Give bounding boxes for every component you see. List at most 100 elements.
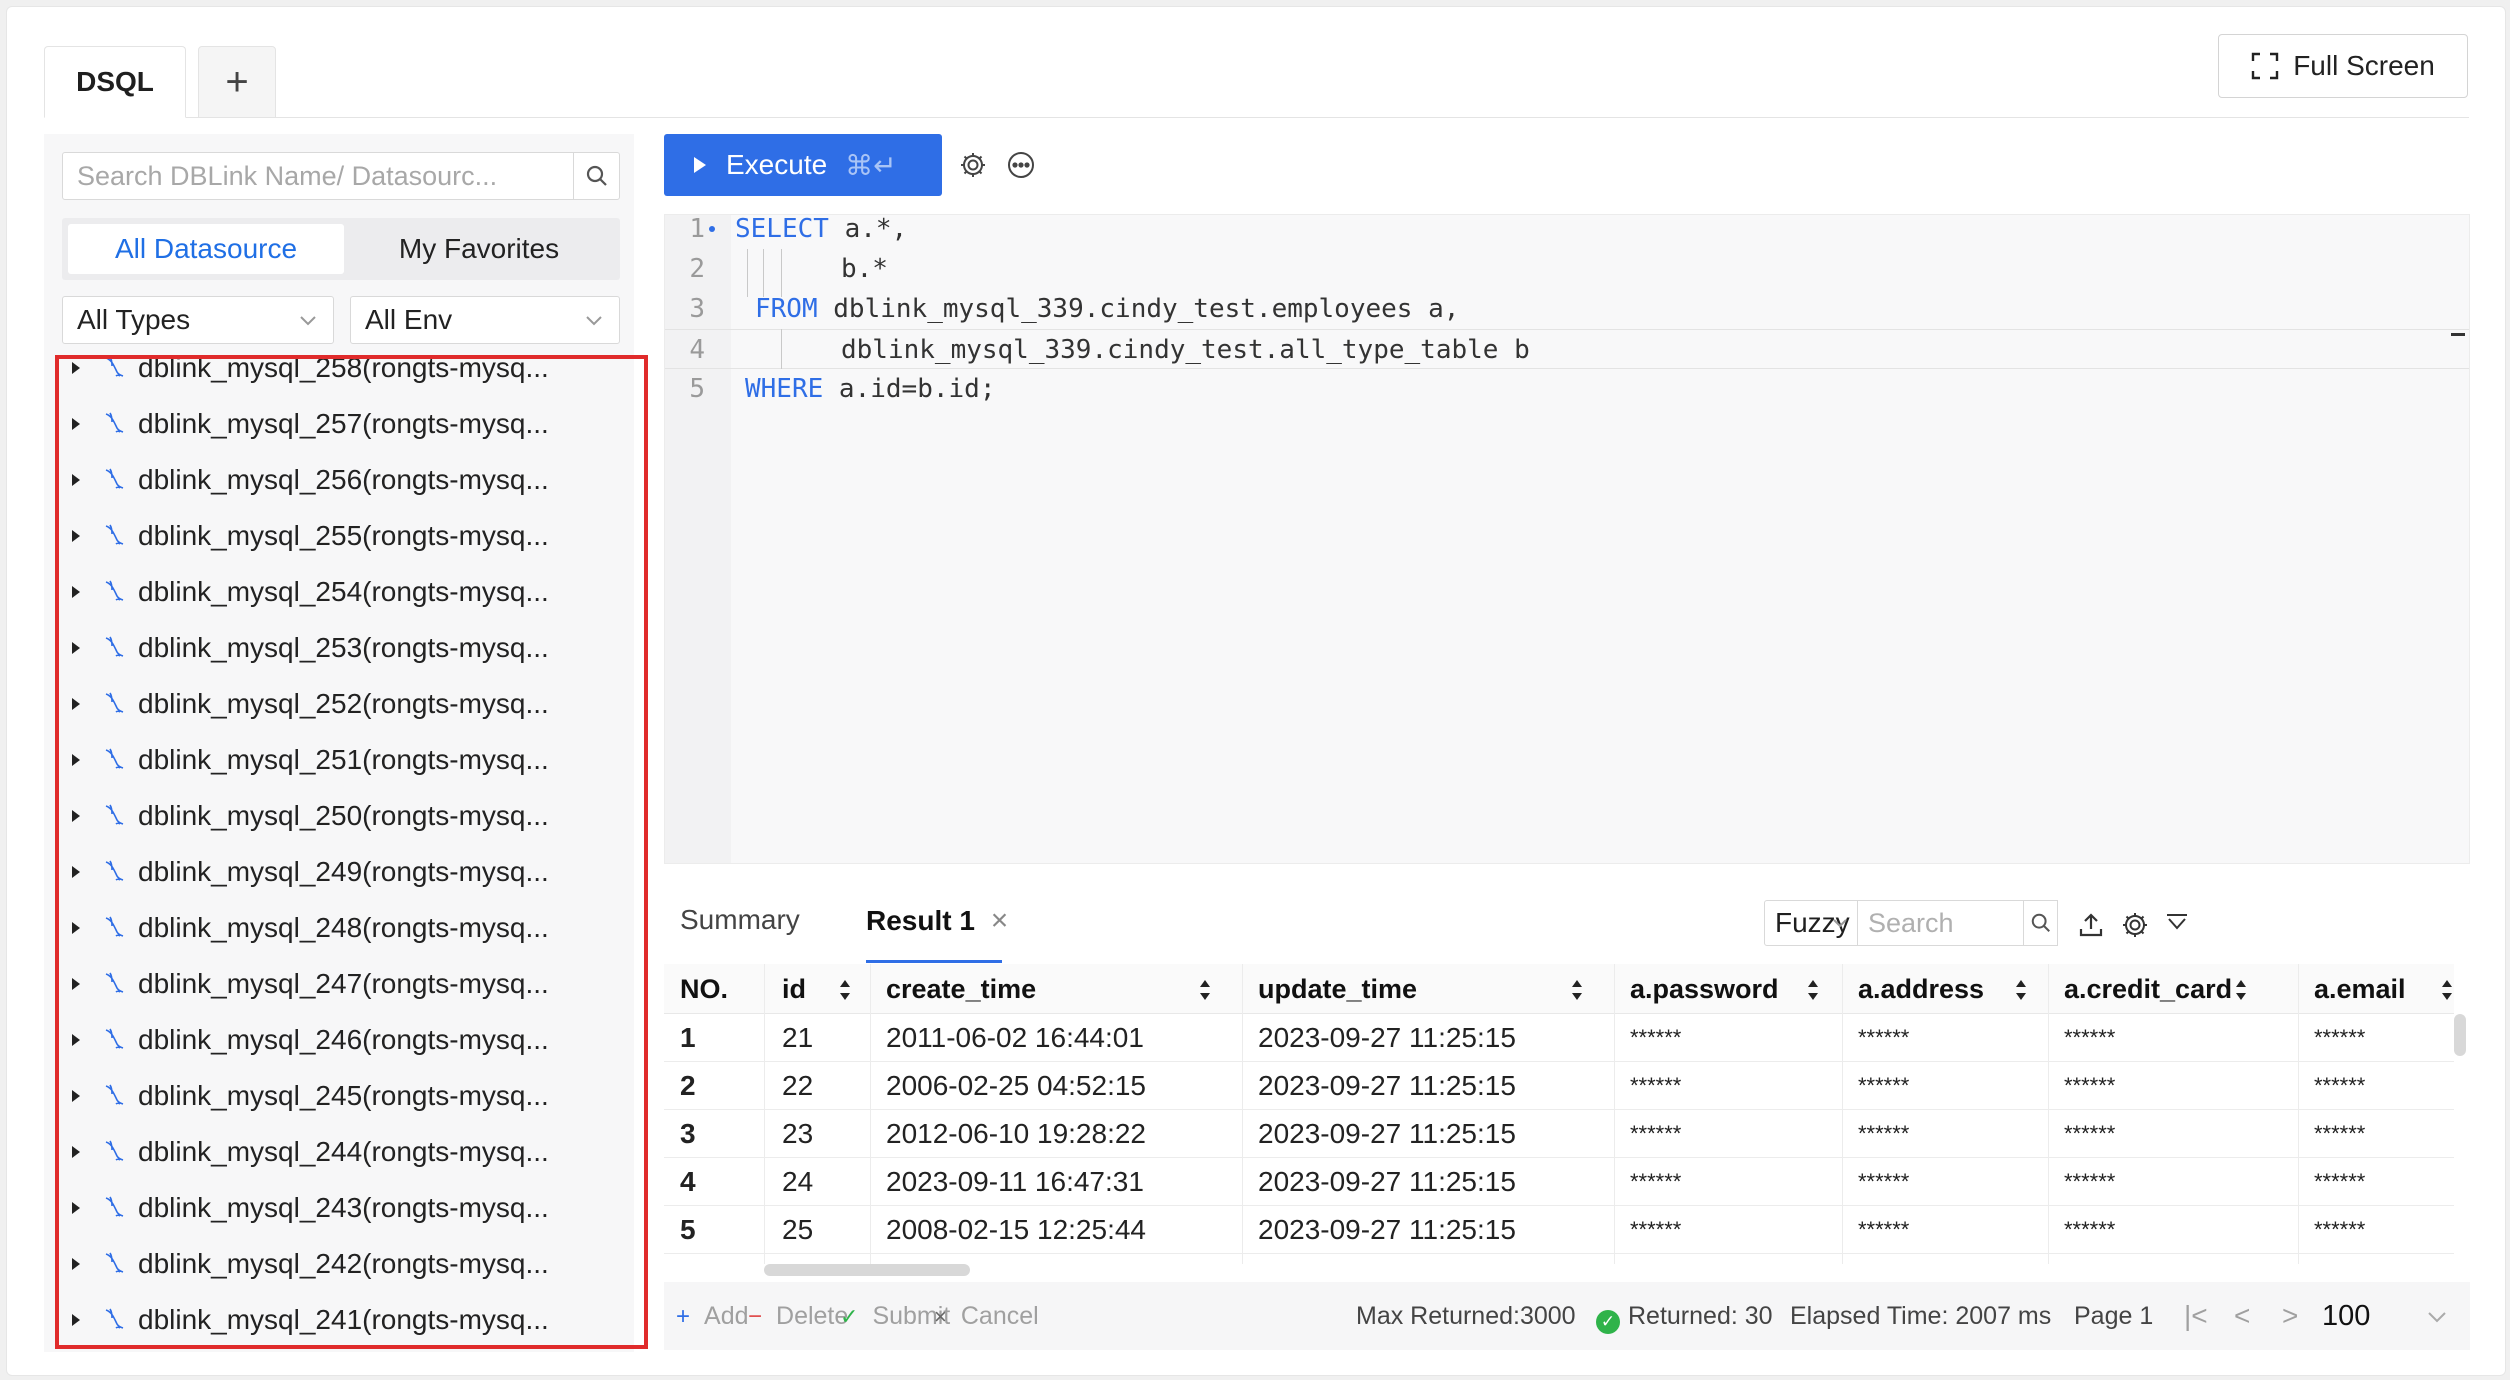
table-row[interactable]: 1 21 2011-06-02 16:44:01 2023-09-27 11:25:1… (664, 1014, 2454, 1062)
table-cell[interactable]: ****** (2314, 1062, 2365, 1110)
add-row-button[interactable]: + Add (676, 1302, 749, 1331)
sort-icon[interactable] (2440, 978, 2454, 1002)
result-search-button[interactable] (2023, 901, 2057, 945)
prev-page-icon[interactable]: < (2234, 1300, 2250, 1332)
table-row[interactable]: 2 22 2006-02-25 04:52:15 2023-09-27 11:25:1… (664, 1062, 2454, 1110)
table-cell[interactable]: 2023-09-27 11:25:15 (1258, 1062, 1516, 1110)
expand-caret-icon[interactable] (72, 1090, 80, 1102)
tree-item[interactable]: dblink_mysql_254(rongts-mysq... (44, 564, 634, 620)
segment-all-datasource[interactable]: All Datasource (68, 224, 344, 274)
table-row[interactable]: 4 24 2023-09-11 16:47:31 2023-09-27 11:25:1… (664, 1158, 2454, 1206)
code-line[interactable]: 3 FROM dblink_mysql_339.cindy_test.employ… (665, 289, 2469, 329)
segment-my-favorites[interactable]: My Favorites (344, 224, 614, 274)
table-cell[interactable]: 2023-09-27 11:25:15 (1258, 1206, 1516, 1254)
tree-item[interactable]: dblink_mysql_252(rongts-mysq... (44, 676, 634, 732)
table-cell[interactable]: ****** (1630, 1062, 1681, 1110)
column-header[interactable]: NO. (680, 964, 728, 1014)
table-cell[interactable]: ****** (2314, 1158, 2365, 1206)
table-row[interactable]: 5 25 2008-02-15 12:25:44 2023-09-27 11:25:1… (664, 1206, 2454, 1254)
table-row[interactable]: 3 23 2012-06-10 19:28:22 2023-09-27 11:25:1… (664, 1110, 2454, 1158)
expand-caret-icon[interactable] (72, 978, 80, 990)
expand-caret-icon[interactable] (72, 1258, 80, 1270)
sort-icon[interactable] (1570, 978, 1584, 1002)
cancel-button[interactable]: × Cancel (934, 1302, 1039, 1331)
settings-icon[interactable] (958, 150, 988, 180)
table-cell[interactable]: 2023-09-27 11:25:15 (1258, 1158, 1516, 1206)
column-header[interactable]: id (782, 964, 806, 1014)
table-cell[interactable]: 2011-06-02 16:44:01 (886, 1014, 1144, 1062)
table-cell[interactable]: ****** (1630, 1110, 1681, 1158)
table-cell[interactable]: 22 (782, 1062, 813, 1110)
code-line[interactable]: 2 b.* (665, 249, 2469, 289)
expand-caret-icon[interactable] (72, 1034, 80, 1046)
table-cell[interactable]: ****** (2064, 1158, 2115, 1206)
expand-caret-icon[interactable] (72, 642, 80, 654)
column-header[interactable]: update_time (1258, 964, 1417, 1014)
table-cell[interactable]: ****** (1858, 1110, 1909, 1158)
next-page-icon[interactable]: > (2282, 1300, 2298, 1332)
code-line[interactable]: 1 SELECT a.*, (665, 209, 2469, 249)
expand-caret-icon[interactable] (72, 530, 80, 542)
sql-editor[interactable]: 1 SELECT a.*, 2 b.* 3 FROM dblink_mysql_339.c… (664, 214, 2470, 864)
export-icon[interactable] (2078, 912, 2104, 938)
expand-caret-icon[interactable] (72, 418, 80, 430)
collapse-panel-icon[interactable] (2164, 912, 2190, 932)
table-cell[interactable]: 1 (680, 1014, 696, 1062)
table-cell[interactable]: ****** (1858, 1206, 1909, 1254)
tab-summary[interactable]: Summary (680, 904, 800, 936)
column-header[interactable]: create_time (886, 964, 1036, 1014)
horizontal-scrollbar[interactable] (764, 1264, 970, 1276)
table-cell[interactable]: 21 (782, 1014, 813, 1062)
tree-item[interactable]: dblink_mysql_250(rongts-mysq... (44, 788, 634, 844)
add-tab-button[interactable]: + (198, 46, 276, 118)
expand-caret-icon[interactable] (72, 810, 80, 822)
table-cell[interactable]: 2 (680, 1062, 696, 1110)
expand-caret-icon[interactable] (72, 922, 80, 934)
tree-item[interactable]: dblink_mysql_242(rongts-mysq... (44, 1236, 634, 1292)
tree-item[interactable]: dblink_mysql_247(rongts-mysq... (44, 956, 634, 1012)
tree-item[interactable]: dblink_mysql_257(rongts-mysq... (44, 396, 634, 452)
table-cell[interactable]: ****** (1858, 1062, 1909, 1110)
type-filter-select[interactable]: All Types (62, 296, 334, 344)
first-page-icon[interactable]: |< (2184, 1300, 2208, 1332)
table-cell[interactable]: 4 (680, 1158, 696, 1206)
table-cell[interactable]: ****** (2314, 1206, 2365, 1254)
column-header[interactable]: a.address (1858, 964, 1984, 1014)
delete-row-button[interactable]: − Delete (748, 1302, 848, 1331)
expand-caret-icon[interactable] (72, 474, 80, 486)
table-cell[interactable]: ****** (2064, 1062, 2115, 1110)
sort-icon[interactable] (1198, 978, 1212, 1002)
table-cell[interactable]: ****** (1630, 1158, 1681, 1206)
table-cell[interactable]: 2023-09-11 16:47:31 (886, 1158, 1144, 1206)
table-cell[interactable]: ****** (2064, 1014, 2115, 1062)
expand-caret-icon[interactable] (72, 1146, 80, 1158)
tree-item[interactable]: dblink_mysql_253(rongts-mysq... (44, 620, 634, 676)
tree-item[interactable]: dblink_mysql_241(rongts-mysq... (44, 1292, 634, 1344)
tree-item[interactable]: dblink_mysql_255(rongts-mysq... (44, 508, 634, 564)
tab-result-1[interactable]: Result 1 × (866, 904, 1008, 938)
table-cell[interactable]: 3 (680, 1110, 696, 1158)
table-cell[interactable]: ****** (1630, 1014, 1681, 1062)
result-search-input[interactable] (1858, 901, 2024, 945)
datasource-tree[interactable]: dblink_mysql_258(rongts-mysq... dblink_my… (44, 354, 634, 1344)
execute-button[interactable]: Execute ⌘↵ (664, 134, 942, 196)
table-cell[interactable]: 2012-06-10 19:28:22 (886, 1110, 1146, 1158)
table-cell[interactable]: ****** (1858, 1158, 1909, 1206)
fullscreen-button[interactable]: Full Screen (2218, 34, 2468, 98)
tree-item[interactable]: dblink_mysql_248(rongts-mysq... (44, 900, 634, 956)
expand-caret-icon[interactable] (72, 1314, 80, 1326)
table-cell[interactable]: ****** (1858, 1014, 1909, 1062)
sort-icon[interactable] (2014, 978, 2028, 1002)
tree-item[interactable]: dblink_mysql_245(rongts-mysq... (44, 1068, 634, 1124)
vertical-scrollbar[interactable] (2454, 1014, 2466, 1056)
env-filter-select[interactable]: All Env (350, 296, 620, 344)
table-cell[interactable]: ****** (2314, 1014, 2365, 1062)
table-cell[interactable]: 2008-02-15 12:25:44 (886, 1206, 1146, 1254)
expand-caret-icon[interactable] (72, 866, 80, 878)
tab-dsql[interactable]: DSQL (44, 46, 186, 118)
sort-icon[interactable] (2234, 978, 2248, 1002)
tree-item[interactable]: dblink_mysql_256(rongts-mysq... (44, 452, 634, 508)
table-cell[interactable]: ****** (2064, 1206, 2115, 1254)
close-icon[interactable]: × (991, 904, 1009, 937)
table-cell[interactable]: 2006-02-25 04:52:15 (886, 1062, 1146, 1110)
